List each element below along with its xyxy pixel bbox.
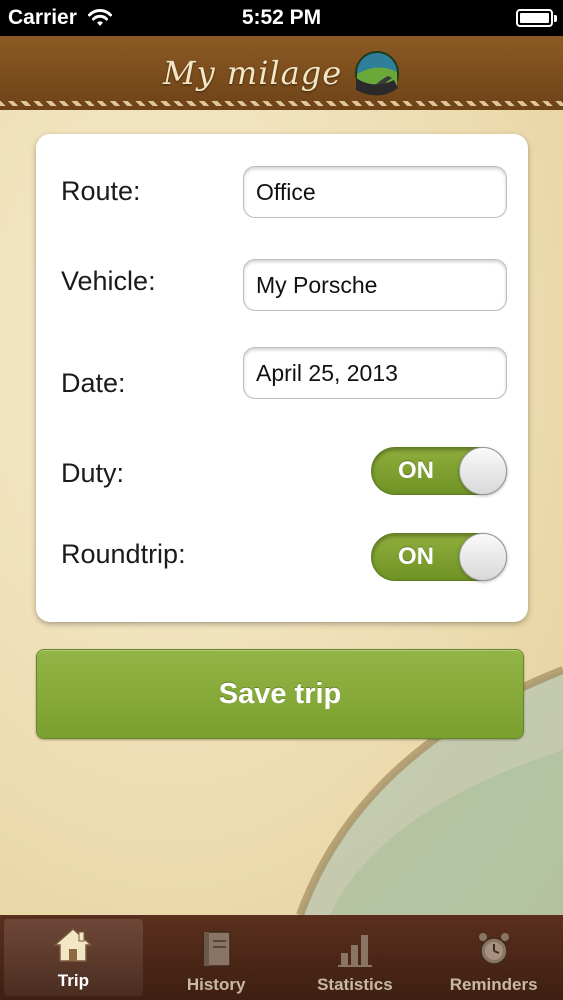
tab-statistics[interactable]: Statistics xyxy=(286,915,425,1000)
roundtrip-toggle-knob[interactable] xyxy=(459,533,507,581)
carrier-label: Carrier xyxy=(8,6,77,29)
tab-bar: Trip History Statistics Reminders xyxy=(0,915,563,1000)
road-logo-icon xyxy=(355,51,400,96)
app-header: My milage xyxy=(0,36,563,110)
status-bar: Carrier 5:52 PM xyxy=(0,0,563,36)
route-field[interactable]: Office xyxy=(243,166,507,218)
tab-statistics-label: Statistics xyxy=(317,975,393,994)
duty-label: Duty: xyxy=(61,458,125,488)
duty-toggle[interactable]: ON xyxy=(371,447,507,495)
status-left: Carrier xyxy=(8,6,113,30)
tab-trip-label: Trip xyxy=(57,971,89,990)
date-label: Date: xyxy=(61,368,126,398)
battery-icon xyxy=(516,9,557,27)
duty-toggle-state: ON xyxy=(398,457,434,484)
vehicle-label: Vehicle: xyxy=(61,266,156,296)
tab-reminders[interactable]: Reminders xyxy=(424,915,563,1000)
logo-text: My milage xyxy=(162,54,343,92)
tab-history[interactable]: History xyxy=(147,915,286,1000)
roundtrip-toggle[interactable]: ON xyxy=(371,533,507,581)
vehicle-field[interactable]: My Porsche xyxy=(243,259,507,311)
save-trip-button[interactable]: Save trip xyxy=(36,649,524,739)
route-label: Route: xyxy=(61,176,141,206)
roundtrip-label: Roundtrip: xyxy=(61,539,186,569)
wifi-icon xyxy=(87,9,112,26)
tab-reminders-label: Reminders xyxy=(449,975,538,994)
alarm-clock-icon xyxy=(478,933,509,965)
duty-toggle-knob[interactable] xyxy=(459,447,507,495)
trip-form-card: Route: Office Vehicle: My Porsche Date: … xyxy=(36,134,528,622)
date-field[interactable]: April 25, 2013 xyxy=(243,347,507,399)
tab-history-label: History xyxy=(186,975,246,994)
house-icon xyxy=(53,927,94,962)
notebook-icon xyxy=(203,931,231,967)
bar-chart-icon xyxy=(337,935,372,967)
tab-trip[interactable]: Trip xyxy=(4,919,143,996)
roundtrip-toggle-state: ON xyxy=(398,543,434,570)
